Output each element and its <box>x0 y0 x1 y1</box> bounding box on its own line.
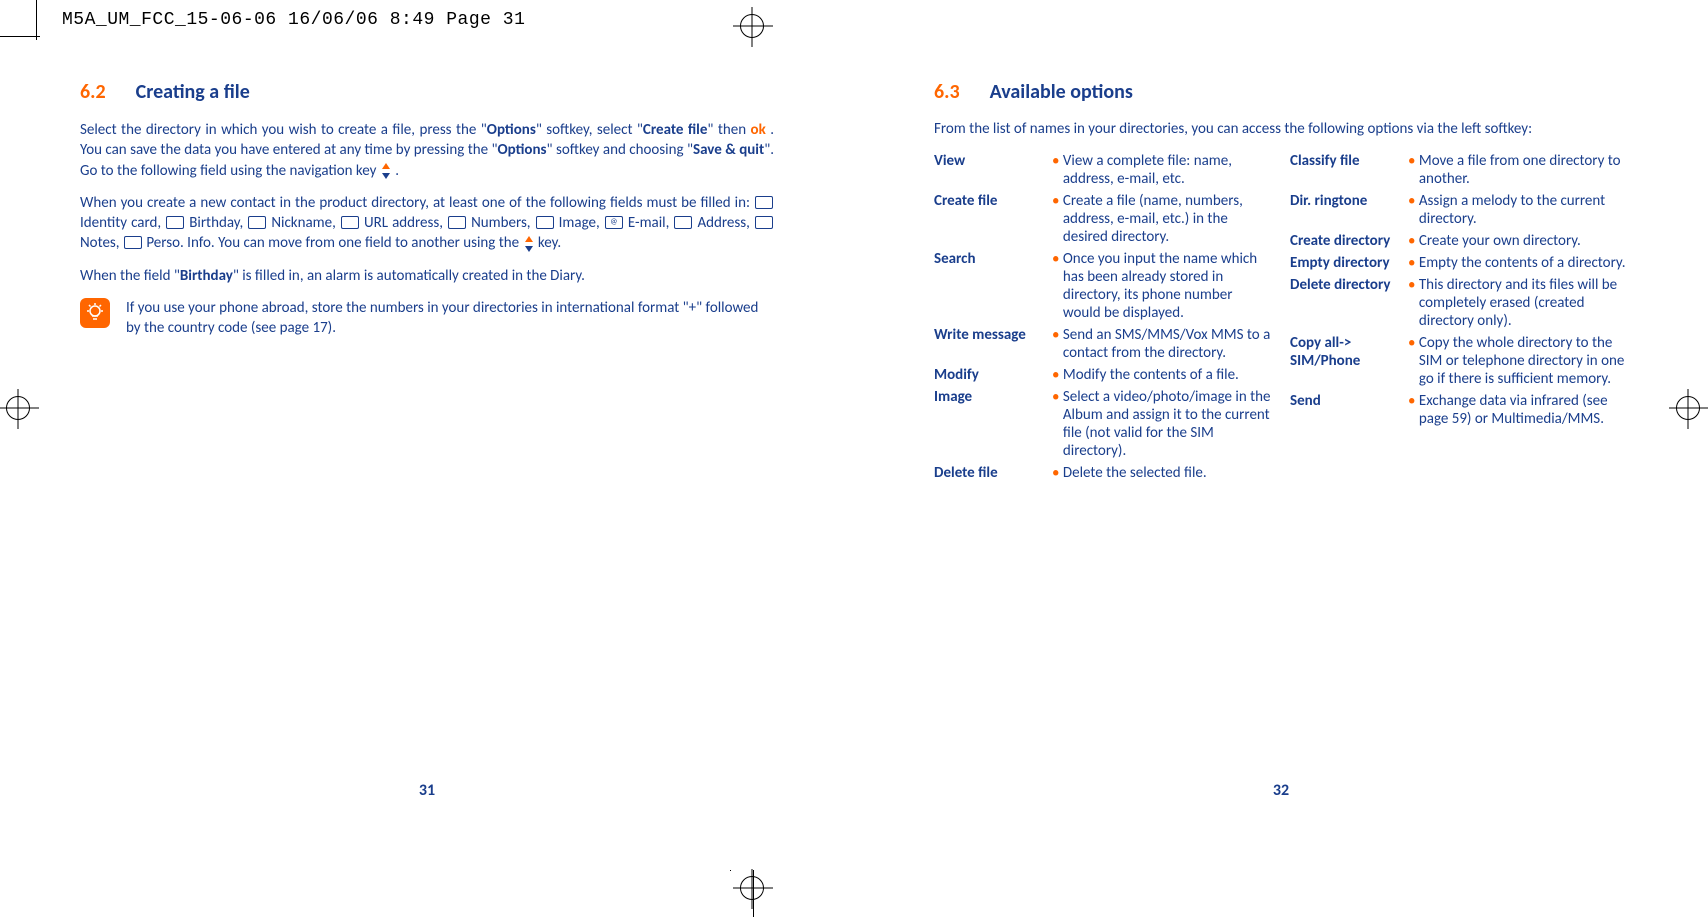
option-term: Modify <box>934 366 1052 384</box>
options-table: View• View a complete file: name, addres… <box>934 152 1628 486</box>
option-desc: Move a file from one directory to anothe… <box>1419 152 1628 188</box>
options-column-1: View• View a complete file: name, addres… <box>934 152 1272 486</box>
option-desc: Assign a melody to the current directory… <box>1419 192 1628 228</box>
option-desc: Create your own directory. <box>1419 232 1628 250</box>
address-icon <box>674 216 692 229</box>
option-term: Copy all-> SIM/Phone <box>1290 334 1408 388</box>
option-desc: Delete the selected file. <box>1063 464 1272 482</box>
option-desc: Send an SMS/MMS/Vox MMS to a contact fro… <box>1063 326 1272 362</box>
perso-info-icon <box>124 236 142 249</box>
option-desc: Modify the contents of a file. <box>1063 366 1272 384</box>
url-icon <box>341 216 359 229</box>
page-number: 32 <box>1273 781 1289 800</box>
option-term: Create file <box>934 192 1052 246</box>
option-term: Write message <box>934 326 1052 362</box>
tip-text: If you use your phone abroad, store the … <box>126 298 774 339</box>
nav-key-icon <box>523 236 535 252</box>
print-slug: M5A_UM_FCC_15-06-06 16/06/06 8:49 Page 3… <box>62 10 525 30</box>
option-term: Delete file <box>934 464 1052 482</box>
option-term: Image <box>934 388 1052 460</box>
option-term: Delete directory <box>1290 276 1408 330</box>
paragraph: When you create a new contact in the pro… <box>80 193 774 254</box>
option-term: Dir. ringtone <box>1290 192 1408 228</box>
option-term: View <box>934 152 1052 188</box>
option-desc: Empty the contents of a directory. <box>1419 254 1628 272</box>
nav-key-icon <box>380 163 392 179</box>
option-term: Create directory <box>1290 232 1408 250</box>
option-desc: Create a file (name, numbers, address, e… <box>1063 192 1272 246</box>
option-desc: Exchange data via infrared (see page 59)… <box>1419 392 1628 428</box>
option-desc: This directory and its files will be com… <box>1419 276 1628 330</box>
section-number: 6.3 <box>934 80 960 104</box>
image-icon <box>536 216 554 229</box>
page-spread: 6.2 Creating a file Select the directory… <box>0 40 1708 860</box>
option-desc: View a complete file: name, address, e-m… <box>1063 152 1272 188</box>
tip-icon <box>80 298 110 328</box>
tip-callout: If you use your phone abroad, store the … <box>80 298 774 339</box>
paragraph: When the field "Birthday" is filled in, … <box>80 266 774 286</box>
intro-paragraph: From the list of names in your directori… <box>934 120 1628 138</box>
page-31: 6.2 Creating a file Select the directory… <box>0 40 854 860</box>
option-term: Classify file <box>1290 152 1408 188</box>
section-title: Creating a file <box>136 80 250 104</box>
page-number: 31 <box>419 781 435 800</box>
section-title: Available options <box>990 80 1133 104</box>
numbers-icon <box>448 216 466 229</box>
paragraph: Select the directory in which you wish t… <box>80 120 774 181</box>
nickname-icon <box>248 216 266 229</box>
option-term: Send <box>1290 392 1408 428</box>
page-32: 6.3 Available options From the list of n… <box>854 40 1708 860</box>
identity-card-icon <box>755 196 773 209</box>
option-desc: Copy the whole directory to the SIM or t… <box>1419 334 1628 388</box>
option-term: Search <box>934 250 1052 322</box>
notes-icon <box>755 216 773 229</box>
option-term: Empty directory <box>1290 254 1408 272</box>
options-column-2: Classify file• Move a file from one dire… <box>1290 152 1628 486</box>
section-number: 6.2 <box>80 80 106 104</box>
option-desc: Select a video/photo/image in the Album … <box>1063 388 1272 460</box>
option-desc: Once you input the name which has been a… <box>1063 250 1272 322</box>
birthday-icon <box>166 216 184 229</box>
email-icon: @ <box>605 216 623 229</box>
ok-key-icon: ok <box>751 121 766 139</box>
